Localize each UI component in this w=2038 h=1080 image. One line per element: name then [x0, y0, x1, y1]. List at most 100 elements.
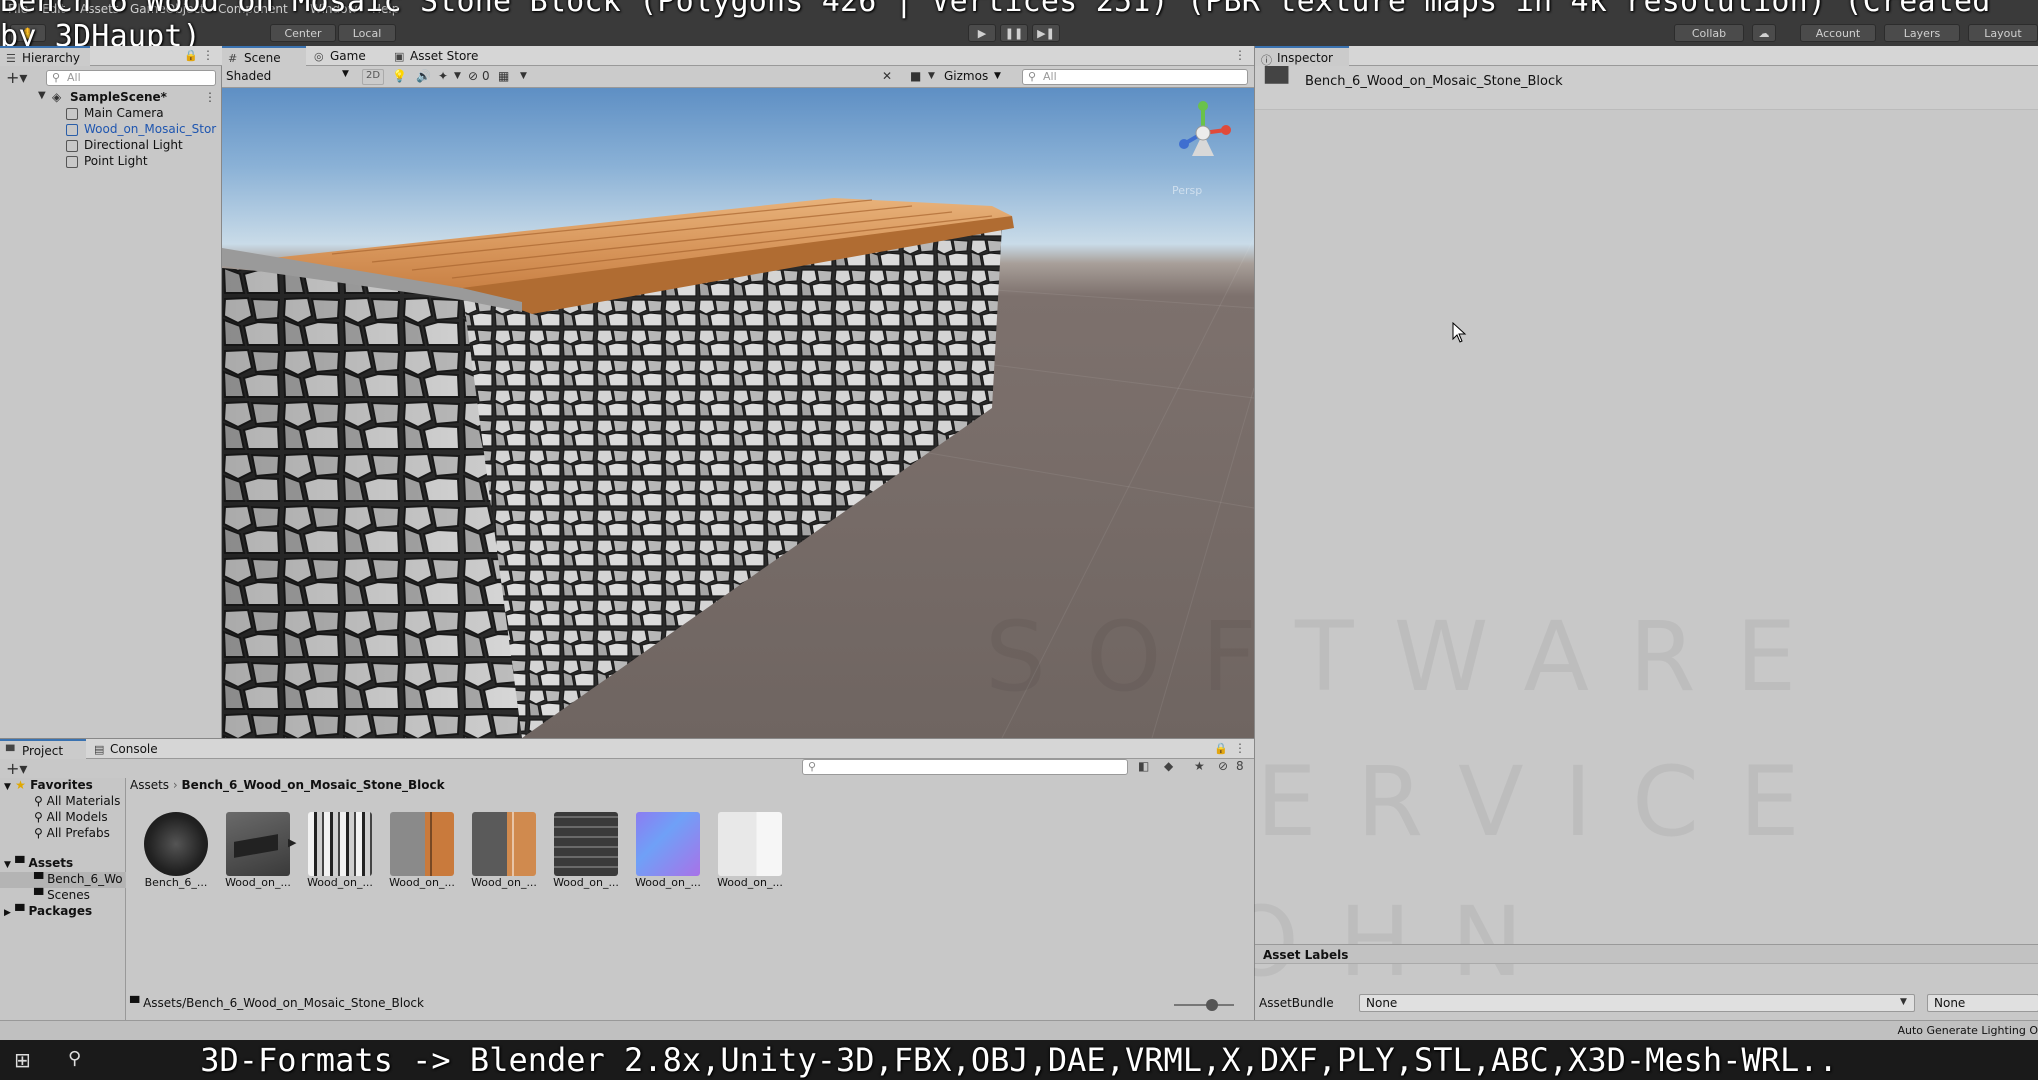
- effects-toggle-icon[interactable]: ✦: [438, 69, 448, 83]
- model-thumbnail[interactable]: [226, 812, 290, 876]
- gameobject-cube-icon: [66, 140, 78, 152]
- expand-arrow-icon: ▼: [4, 782, 11, 792]
- breadcrumb-current[interactable]: Bench_6_Wood_on_Mosaic_Stone_Block: [182, 778, 445, 792]
- audio-toggle-icon[interactable]: 🔊: [416, 69, 431, 83]
- folder-icon: ▀: [6, 745, 15, 758]
- project-search-input[interactable]: ⚲: [802, 759, 1128, 775]
- persp-label[interactable]: Persp: [1172, 184, 1202, 197]
- hidden-objects-icon[interactable]: ⊘: [468, 69, 478, 83]
- assets-row[interactable]: ▼ ▀ Assets: [4, 856, 124, 872]
- kebab-menu-icon[interactable]: ⋮: [202, 48, 214, 62]
- kebab-menu-icon[interactable]: ⋮: [1234, 48, 1246, 62]
- search-icon: ⚲: [808, 760, 817, 773]
- tab-inspector-label: Inspector: [1277, 51, 1333, 65]
- asset-folder-item[interactable]: ▀ Scenes: [34, 888, 126, 904]
- asset-labels-header[interactable]: Asset Labels: [1255, 944, 2038, 964]
- asset-bundle-value: None: [1366, 996, 1398, 1010]
- create-plus-icon[interactable]: +▾: [6, 759, 27, 778]
- scene-toolbar: Shaded ▼ 2D 💡 🔊 ✦ ▼ ⊘ 0 ▦ ▼ ✕ ■ ▼ Gizmos…: [222, 66, 1254, 88]
- asset-bundle-dropdown[interactable]: None ▼: [1359, 994, 1915, 1012]
- hierarchy-item[interactable]: Main Camera: [0, 106, 222, 122]
- folder-icon: ▀: [34, 872, 44, 886]
- project-path: Assets/Bench_6_Wood_on_Mosaic_Stone_Bloc…: [143, 996, 424, 1010]
- favorites-row[interactable]: ▼ ★ Favorites: [4, 778, 124, 794]
- favorite-star-icon[interactable]: ★: [1194, 759, 1205, 773]
- tab-game[interactable]: ◎ Game: [308, 46, 388, 66]
- camera-icon[interactable]: ■: [910, 69, 921, 83]
- asset-folder-item[interactable]: ▀ Bench_6_Wo: [0, 872, 126, 888]
- favorites-item[interactable]: ⚲ All Materials: [34, 794, 126, 810]
- tab-asset-store[interactable]: ▣ Asset Store: [388, 46, 498, 66]
- tab-project[interactable]: ▀ Project: [0, 739, 86, 759]
- scene-menu-icon[interactable]: ⋮: [204, 90, 216, 104]
- favorites-item[interactable]: ⚲ All Prefabs: [34, 826, 126, 842]
- tab-console[interactable]: ▤ Console: [88, 739, 174, 759]
- grid-icon: #: [228, 52, 238, 65]
- packages-row[interactable]: ▶ ▀ Packages: [4, 904, 124, 920]
- hierarchy-search-input[interactable]: ⚲ All: [46, 70, 216, 86]
- gizmos-dropdown[interactable]: Gizmos ▼: [944, 69, 1004, 85]
- favorites-item[interactable]: ⚲ All Models: [34, 810, 126, 826]
- thumbnail-size-slider[interactable]: [1174, 999, 1234, 1011]
- asset-label: Wood_on_...: [635, 876, 701, 889]
- breadcrumb: Assets › Bench_6_Wood_on_Mosaic_Stone_Bl…: [130, 778, 445, 794]
- tools-cross-icon[interactable]: ✕: [882, 69, 892, 83]
- scene-search-input[interactable]: ⚲ All: [1022, 69, 1248, 85]
- tab-hierarchy[interactable]: ☰ Hierarchy: [0, 46, 90, 66]
- create-plus-icon[interactable]: +▾: [6, 68, 27, 87]
- chevron-down-icon[interactable]: ▼: [454, 71, 461, 81]
- expand-arrow-icon[interactable]: ▼: [38, 90, 46, 101]
- normal-map-thumbnail[interactable]: [636, 812, 700, 876]
- expand-prefab-icon[interactable]: ▶: [288, 836, 296, 849]
- list-icon: ☰: [6, 52, 16, 65]
- texture-thumbnail[interactable]: [472, 812, 536, 876]
- chevron-down-icon: ▼: [994, 71, 1001, 81]
- kebab-menu-icon[interactable]: ⋮: [1234, 741, 1246, 755]
- tab-scene[interactable]: # Scene: [222, 46, 306, 66]
- hidden-count: 0: [482, 69, 490, 83]
- watermark-line-1: SOFTWARE: [985, 601, 1837, 713]
- hierarchy-item[interactable]: Point Light: [0, 154, 222, 170]
- hierarchy-item[interactable]: Directional Light: [0, 138, 222, 154]
- lock-icon[interactable]: 🔒: [1214, 742, 1228, 755]
- auto-generate-lighting-status[interactable]: Auto Generate Lighting O: [1897, 1024, 2038, 1037]
- chevron-down-icon[interactable]: ▼: [520, 71, 527, 81]
- favorites-item-label: All Prefabs: [46, 826, 110, 840]
- favorites-label: Favorites: [30, 778, 93, 792]
- inspector-asset-name: Bench_6_Wood_on_Mosaic_Stone_Block: [1305, 74, 1563, 89]
- mode-2d-toggle[interactable]: 2D: [362, 69, 384, 85]
- tab-inspector[interactable]: ⓘ Inspector: [1255, 46, 1349, 67]
- project-tabbar: ▀ Project ▤ Console 🔒 ⋮: [0, 739, 1254, 759]
- breadcrumb-root[interactable]: Assets: [130, 778, 169, 792]
- texture-thumbnail[interactable]: [718, 812, 782, 876]
- texture-thumbnail[interactable]: [308, 812, 372, 876]
- texture-thumbnail[interactable]: [554, 812, 618, 876]
- inspector-tabbar: ⓘ Inspector: [1255, 46, 2038, 67]
- expand-arrow-icon: ▶: [4, 908, 11, 918]
- console-icon: ▤: [94, 743, 105, 756]
- scene-name: SampleScene*: [70, 90, 167, 104]
- scene-row[interactable]: ▼ ◈ SampleScene* ⋮: [0, 90, 222, 106]
- assets-label: Assets: [28, 856, 74, 870]
- asset-label: Wood_on_...: [553, 876, 619, 889]
- grid-toggle-icon[interactable]: ▦: [498, 69, 509, 83]
- asset-variant-dropdown[interactable]: None: [1927, 994, 2038, 1012]
- asset-bundle-label: AssetBundle: [1259, 996, 1334, 1010]
- lighting-toggle-icon[interactable]: 💡: [392, 69, 407, 83]
- favorites-item-label: All Models: [46, 810, 108, 824]
- material-thumbnail[interactable]: [144, 812, 208, 876]
- shading-mode-dropdown[interactable]: Shaded ▼: [226, 69, 354, 85]
- search-by-label-icon[interactable]: ◆: [1164, 759, 1173, 773]
- orientation-gizmo[interactable]: [1168, 98, 1238, 168]
- scene-tabbar: # Scene ◎ Game ▣ Asset Store ⋮: [222, 46, 1254, 66]
- chevron-down-icon[interactable]: ▼: [928, 71, 935, 81]
- search-icon: ⚲: [34, 826, 43, 840]
- mouse-cursor-icon: [1452, 322, 1467, 343]
- lock-icon[interactable]: 🔒: [184, 49, 198, 62]
- texture-thumbnail[interactable]: [390, 812, 454, 876]
- search-by-type-icon[interactable]: ◧: [1138, 759, 1149, 773]
- project-tree: ▼ ★ Favorites ⚲ All Materials ⚲ All Mode…: [0, 778, 126, 1020]
- hierarchy-item-label: Wood_on_Mosaic_Stor: [84, 122, 217, 136]
- hierarchy-item[interactable]: Wood_on_Mosaic_Stor: [0, 122, 222, 138]
- hidden-packages-icon[interactable]: ⊘: [1218, 759, 1228, 773]
